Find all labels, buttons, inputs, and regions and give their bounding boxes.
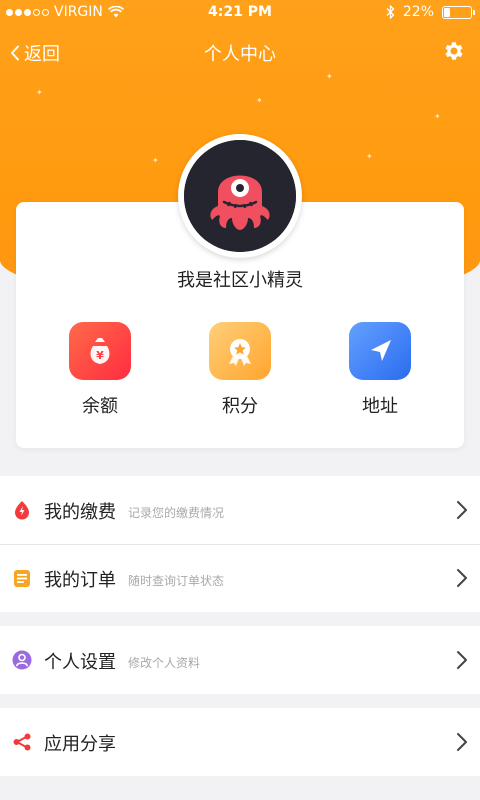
octopus-mascot-icon — [184, 140, 296, 252]
balance-button[interactable]: ¥ 余额 — [68, 322, 132, 418]
share-icon — [13, 733, 31, 751]
points-label: 积分 — [222, 396, 258, 417]
gear-icon[interactable] — [442, 39, 466, 63]
svg-text:¥: ¥ — [96, 349, 104, 362]
menu-item-share-app[interactable]: 应用分享 — [0, 708, 480, 776]
money-bag-icon: ¥ — [69, 322, 131, 380]
menu-subtitle: 随时查询订单状态 — [128, 574, 225, 588]
order-icon — [14, 570, 30, 587]
chevron-right-icon — [457, 569, 467, 587]
sparkle-decoration: ✦ — [152, 156, 159, 165]
nav-bar: 返回 个人中心 — [0, 32, 480, 72]
medal-icon — [209, 322, 271, 380]
bluetooth-icon — [386, 5, 395, 19]
avatar-frame[interactable] — [178, 134, 302, 258]
avatar — [184, 140, 296, 252]
points-button[interactable]: 积分 — [208, 322, 272, 418]
menu-section-records: 我的缴费 记录您的缴费情况 我的订单 随时查询订单状态 — [0, 476, 480, 612]
battery-icon — [442, 5, 475, 19]
menu-section-settings: 个人设置 修改个人资料 — [0, 626, 480, 694]
menu-item-orders[interactable]: 我的订单 随时查询订单状态 — [0, 544, 480, 612]
chevron-right-icon — [457, 651, 467, 669]
menu-title: 我的订单 — [44, 570, 116, 591]
sparkle-decoration: ✦ — [36, 88, 43, 97]
battery-fill — [444, 7, 450, 17]
menu-subtitle: 记录您的缴费情况 — [128, 506, 225, 520]
status-bar: VIRGIN 4:21 PM 22% — [0, 0, 480, 26]
sparkle-decoration: ✦ — [434, 112, 441, 121]
sparkle-decoration: ✦ — [256, 96, 263, 105]
battery-tip — [473, 9, 475, 15]
menu-item-personal-settings[interactable]: 个人设置 修改个人资料 — [0, 626, 480, 694]
money-bag-glyph: ¥ — [90, 338, 110, 364]
page-title: 个人中心 — [204, 44, 276, 65]
user-settings-icon — [12, 650, 32, 670]
address-label: 地址 — [362, 396, 398, 417]
menu-title: 我的缴费 — [44, 502, 116, 523]
sparkle-decoration: ✦ — [366, 152, 373, 161]
location-arrow-icon — [349, 322, 411, 380]
menu-item-payments[interactable]: 我的缴费 记录您的缴费情况 — [0, 476, 480, 544]
chevron-right-icon — [457, 501, 467, 519]
balance-label: 余额 — [82, 396, 118, 417]
payment-icon — [15, 501, 29, 520]
medal-glyph — [229, 339, 251, 366]
battery-percent: 22% — [402, 4, 434, 20]
username: 我是社区小精灵 — [177, 270, 303, 291]
sparkle-decoration: ✦ — [326, 72, 333, 81]
status-right: 22% — [386, 4, 475, 20]
menu-section-share: 应用分享 — [0, 708, 480, 776]
address-button[interactable]: 地址 — [348, 322, 412, 418]
menu-subtitle: 修改个人资料 — [128, 656, 201, 670]
chevron-right-icon — [457, 733, 467, 751]
menu-title: 个人设置 — [44, 652, 116, 673]
menu-title: 应用分享 — [44, 734, 116, 755]
location-arrow-glyph — [371, 340, 391, 361]
